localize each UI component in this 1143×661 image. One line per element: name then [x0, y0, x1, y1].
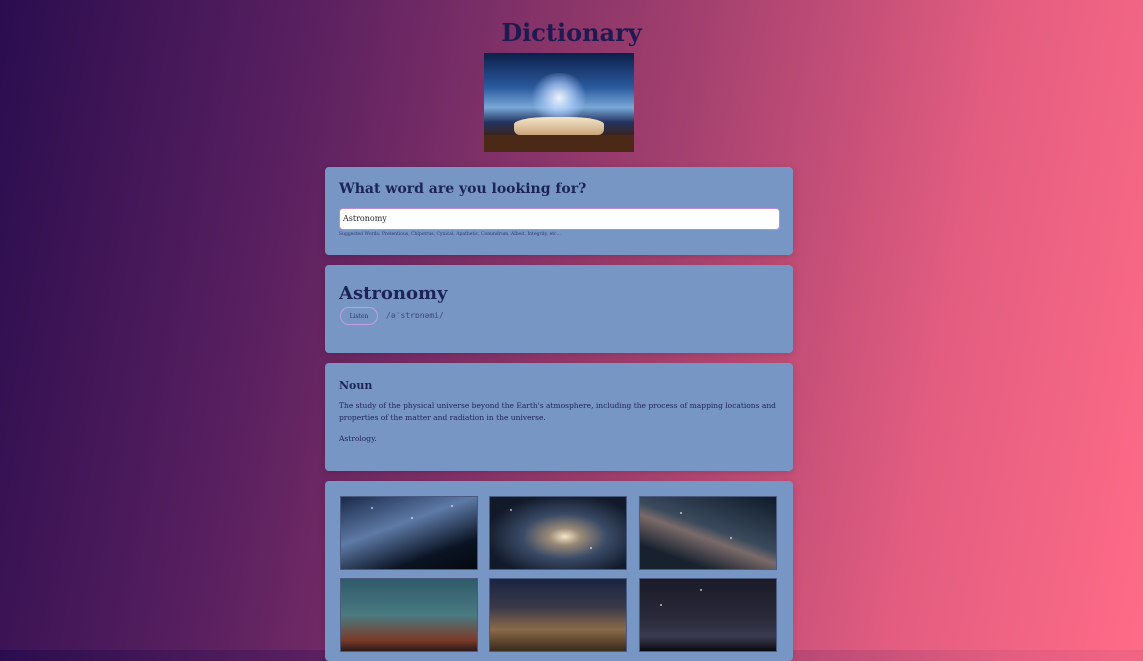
telescope-photo[interactable] [340, 496, 478, 570]
suggested-words: Suggested Words: Pretentious, Chlpotrus,… [339, 232, 561, 237]
meaning-card: Noun The study of the physical universe … [325, 363, 793, 471]
phonetic-text: /əˈstrɒnəmi/ [386, 311, 444, 320]
milky-way-photo[interactable] [639, 496, 777, 570]
galaxy-photo[interactable] [489, 496, 627, 570]
synonym-text: Astrology. [339, 434, 377, 443]
hero-image [484, 53, 634, 152]
photo-gallery [325, 481, 793, 661]
hand-sky-photo[interactable] [340, 578, 478, 652]
definition-text: The study of the physical universe beyon… [339, 401, 776, 422]
search-heading: What word are you looking for? [339, 181, 587, 197]
part-of-speech: Noun [339, 379, 373, 392]
listen-button[interactable]: Listen [340, 307, 378, 325]
mountain-photo[interactable] [489, 578, 627, 652]
page-title: Dictionary [501, 18, 642, 47]
word-card: Astronomy Listen /əˈstrɒnəmi/ [325, 265, 793, 353]
search-card: What word are you looking for? Astronomy… [325, 167, 793, 255]
search-input[interactable]: Astronomy [339, 208, 780, 230]
stargazers-photo[interactable] [639, 578, 777, 652]
word-title: Astronomy [339, 283, 448, 304]
